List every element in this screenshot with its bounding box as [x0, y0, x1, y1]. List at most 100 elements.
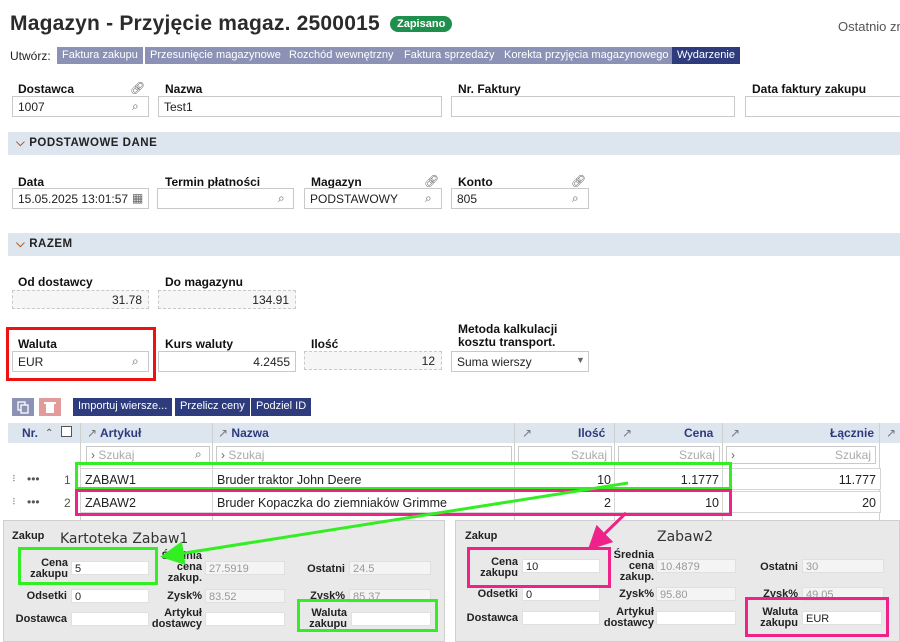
interest-input[interactable]: 0	[522, 587, 600, 601]
interest-input[interactable]: 0	[71, 589, 149, 603]
search-icon[interactable]: ⌕	[572, 191, 579, 206]
currency-label: Waluta	[18, 337, 57, 351]
search-icon[interactable]: ⌕	[132, 354, 139, 369]
payment-term-input[interactable]	[157, 188, 294, 209]
supplier-article-input[interactable]	[656, 611, 736, 625]
row-2-total[interactable]: 20	[722, 491, 881, 513]
status-badge: Zapisano	[390, 16, 453, 32]
create-internal-issue-button[interactable]: Rozchód wewnętrzny	[284, 47, 399, 64]
warehouse-input[interactable]: PODSTAWOWY	[304, 188, 442, 209]
purchase-price-input[interactable]: 10	[522, 559, 600, 573]
link-icon[interactable]: 🔗︎	[130, 81, 145, 95]
purchase-currency-input[interactable]	[351, 612, 431, 626]
chevron-right-icon: ›	[731, 448, 735, 462]
wrench-icon[interactable]: ↗	[522, 426, 532, 440]
margin-label: Zysk%	[619, 588, 654, 600]
price-filter-input[interactable]: Szukaj	[618, 446, 720, 464]
create-event-button[interactable]: Wydarzenie	[672, 47, 740, 64]
average-price-value: 27.5919	[205, 561, 285, 575]
section-basic-data[interactable]: ⌵ PODSTAWOWE DANE	[8, 132, 900, 155]
wrench-icon[interactable]: ↗	[886, 426, 896, 440]
total-filter-input[interactable]: › Szukaj	[726, 446, 876, 464]
sort-icon[interactable]: ⌃	[45, 428, 53, 439]
purchase-currency-input[interactable]: EUR	[802, 611, 882, 625]
recalculate-prices-button[interactable]: Przelicz ceny	[175, 398, 250, 416]
quantity-filter-input[interactable]: Szukaj	[518, 446, 612, 464]
account-label: Konto	[458, 175, 493, 189]
wrench-icon[interactable]: ↗	[730, 426, 740, 440]
row-1-quantity[interactable]: 10	[514, 468, 616, 490]
column-header-nr[interactable]: Nr.	[22, 426, 38, 440]
drag-handle-icon[interactable]: ⠇	[12, 497, 19, 508]
search-icon[interactable]: ⌕	[425, 191, 432, 206]
dropdown-arrow-icon[interactable]: ▼	[576, 355, 585, 365]
search-icon[interactable]: ⌕	[132, 99, 139, 114]
chevron-right-icon: ›	[91, 448, 95, 462]
purchase-currency-label: Waluta zakupu	[760, 606, 798, 629]
account-input[interactable]: 805	[451, 188, 589, 209]
split-id-button[interactable]: Podziel ID	[251, 398, 312, 416]
panel-heading: Zakup	[12, 530, 45, 542]
import-rows-button[interactable]: Importuj wiersze...	[73, 398, 173, 416]
chevron-right-icon: ›	[221, 448, 225, 462]
exchange-rate-label: Kurs waluty	[165, 337, 234, 351]
create-purchase-invoice-button[interactable]: Faktura zakupu	[57, 47, 143, 64]
link-icon[interactable]: 🔗︎	[424, 174, 439, 188]
row-2-article[interactable]: ZABAW2	[80, 491, 214, 513]
create-stock-transfer-button[interactable]: Przesunięcie magazynowe	[145, 47, 286, 64]
select-all-checkbox[interactable]	[61, 426, 72, 437]
wrench-icon: ↗	[87, 426, 98, 440]
payment-term-label: Termin płatności	[165, 175, 261, 189]
row-2-price[interactable]: 10	[614, 491, 724, 513]
date-input[interactable]: 15.05.2025 13:01:57	[12, 188, 149, 209]
supplier-input[interactable]: 1007	[12, 96, 149, 117]
exchange-rate-input[interactable]: 4.2455	[158, 351, 296, 372]
interest-label: Odsetki	[26, 590, 67, 602]
name-filter-input[interactable]: › Szukaj	[216, 446, 512, 464]
search-icon[interactable]: ⌕	[278, 191, 285, 206]
invoice-number-input[interactable]	[451, 96, 735, 117]
copy-icon[interactable]	[12, 398, 34, 416]
wrench-icon[interactable]: ↗	[622, 426, 632, 440]
name-label: Nazwa	[165, 82, 203, 96]
column-header-price[interactable]: Cena	[684, 426, 713, 440]
row-2-name[interactable]: Bruder Kopaczka do ziemniaków Grimme	[212, 491, 516, 513]
purchase-price-input[interactable]: 5	[71, 561, 149, 575]
margin2-value: 49.05	[802, 587, 884, 601]
create-sales-invoice-button[interactable]: Faktura sprzedaży	[399, 47, 500, 64]
drag-handle-icon[interactable]: ⠇	[12, 474, 19, 485]
from-supplier-label: Od dostawcy	[18, 275, 93, 289]
article-filter-input[interactable]: › Szukaj	[86, 446, 210, 464]
margin2-value: 85.37	[349, 589, 431, 603]
delete-icon[interactable]	[39, 398, 61, 416]
section-total[interactable]: ⌵ RAZEM	[8, 233, 900, 256]
row-1-article[interactable]: ZABAW1	[80, 468, 214, 490]
currency-input[interactable]: EUR	[12, 351, 149, 372]
to-warehouse-value: 134.91	[158, 290, 296, 309]
row-1-price[interactable]: 1.1777	[614, 468, 724, 490]
calendar-icon[interactable]: ▦	[132, 191, 143, 205]
grid-header	[8, 423, 900, 443]
search-icon[interactable]: ⌕	[195, 447, 202, 462]
column-header-name[interactable]: ↗ Nazwa	[218, 426, 269, 440]
row-1-total[interactable]: 11.777	[722, 468, 881, 490]
name-input[interactable]: Test1	[158, 96, 442, 117]
row-1-name[interactable]: Bruder traktor John Deere	[212, 468, 516, 490]
column-header-article[interactable]: ↗ Artykuł	[87, 426, 141, 440]
column-header-total[interactable]: Łącznie	[830, 426, 874, 440]
supplier-article-input[interactable]	[205, 612, 285, 626]
more-icon[interactable]: •••	[27, 472, 40, 486]
chevron-down-icon: ⌵	[16, 137, 26, 149]
invoice-date-input[interactable]	[745, 96, 900, 117]
supplier-input[interactable]	[522, 611, 600, 625]
last-price-value: 24.5	[349, 561, 431, 575]
more-icon[interactable]: •••	[27, 495, 40, 509]
row-2-quantity[interactable]: 2	[514, 491, 616, 513]
date-label: Data	[18, 175, 45, 189]
column-header-quantity[interactable]: Ilość	[578, 426, 605, 440]
link-icon[interactable]: 🔗︎	[571, 174, 586, 188]
transport-method-select[interactable]: Suma wierszy	[451, 351, 589, 372]
create-receipt-correction-button[interactable]: Korekta przyjęcia magazynowego	[499, 47, 674, 64]
supplier-input[interactable]	[71, 612, 149, 626]
wrench-icon: ↗	[218, 426, 229, 440]
